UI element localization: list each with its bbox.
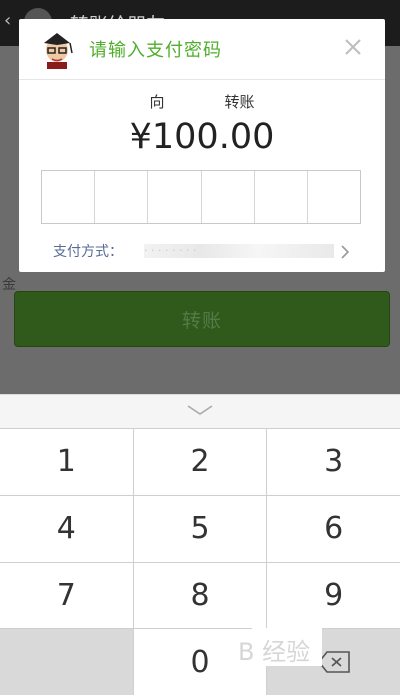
- payment-method-value: · · · · · · · ·: [144, 244, 334, 258]
- recipient-line: 向 转账: [19, 91, 385, 112]
- password-digit-cell: [95, 171, 149, 223]
- dialog-divider: [19, 79, 385, 80]
- key-5[interactable]: 5: [133, 495, 267, 562]
- key-1[interactable]: 1: [0, 429, 133, 495]
- password-digit-cell: [42, 171, 96, 223]
- recipient-suffix: 转账: [224, 93, 255, 111]
- transfer-button[interactable]: 转账: [14, 291, 390, 347]
- chevron-down-icon[interactable]: [186, 403, 214, 417]
- key-8[interactable]: 8: [133, 562, 267, 629]
- key-9[interactable]: 9: [267, 562, 400, 629]
- password-input[interactable]: [41, 170, 361, 224]
- back-icon[interactable]: ‹: [4, 10, 11, 31]
- dialog-title: 请输入支付密码: [89, 40, 222, 61]
- keypad-toolbar: [0, 394, 400, 429]
- chevron-right-icon: [341, 245, 350, 259]
- key-3[interactable]: 3: [267, 429, 400, 495]
- key-blank: [0, 629, 133, 695]
- watermark: B 经验: [238, 638, 311, 666]
- key-7[interactable]: 7: [0, 562, 133, 629]
- recipient-prefix: 向: [149, 93, 165, 111]
- key-4[interactable]: 4: [0, 495, 133, 562]
- transfer-button-label: 转账: [181, 309, 222, 332]
- password-digit-cell: [148, 171, 202, 223]
- password-digit-cell: [308, 171, 360, 223]
- key-2[interactable]: 2: [133, 429, 267, 495]
- password-digit-cell: [255, 171, 308, 223]
- payment-method-row[interactable]: 支付方式： · · · · · · · ·: [19, 232, 385, 272]
- password-digit-cell: [202, 171, 255, 223]
- transfer-amount: ¥100.00: [129, 117, 275, 157]
- user-avatar-icon: [37, 29, 77, 69]
- key-6[interactable]: 6: [267, 495, 400, 562]
- payment-method-label: 支付方式：: [53, 244, 123, 260]
- amount-label-fragment: 金: [2, 277, 16, 293]
- dialog-header: 请输入支付密码: [19, 19, 385, 77]
- numeric-keypad: 1 2 3 4 5 6 7 8 9 0: [0, 428, 400, 695]
- payment-password-dialog: 请输入支付密码 向 转账 ¥100.00 支付方式： · · · · · · · …: [19, 19, 385, 272]
- close-icon[interactable]: [341, 35, 365, 59]
